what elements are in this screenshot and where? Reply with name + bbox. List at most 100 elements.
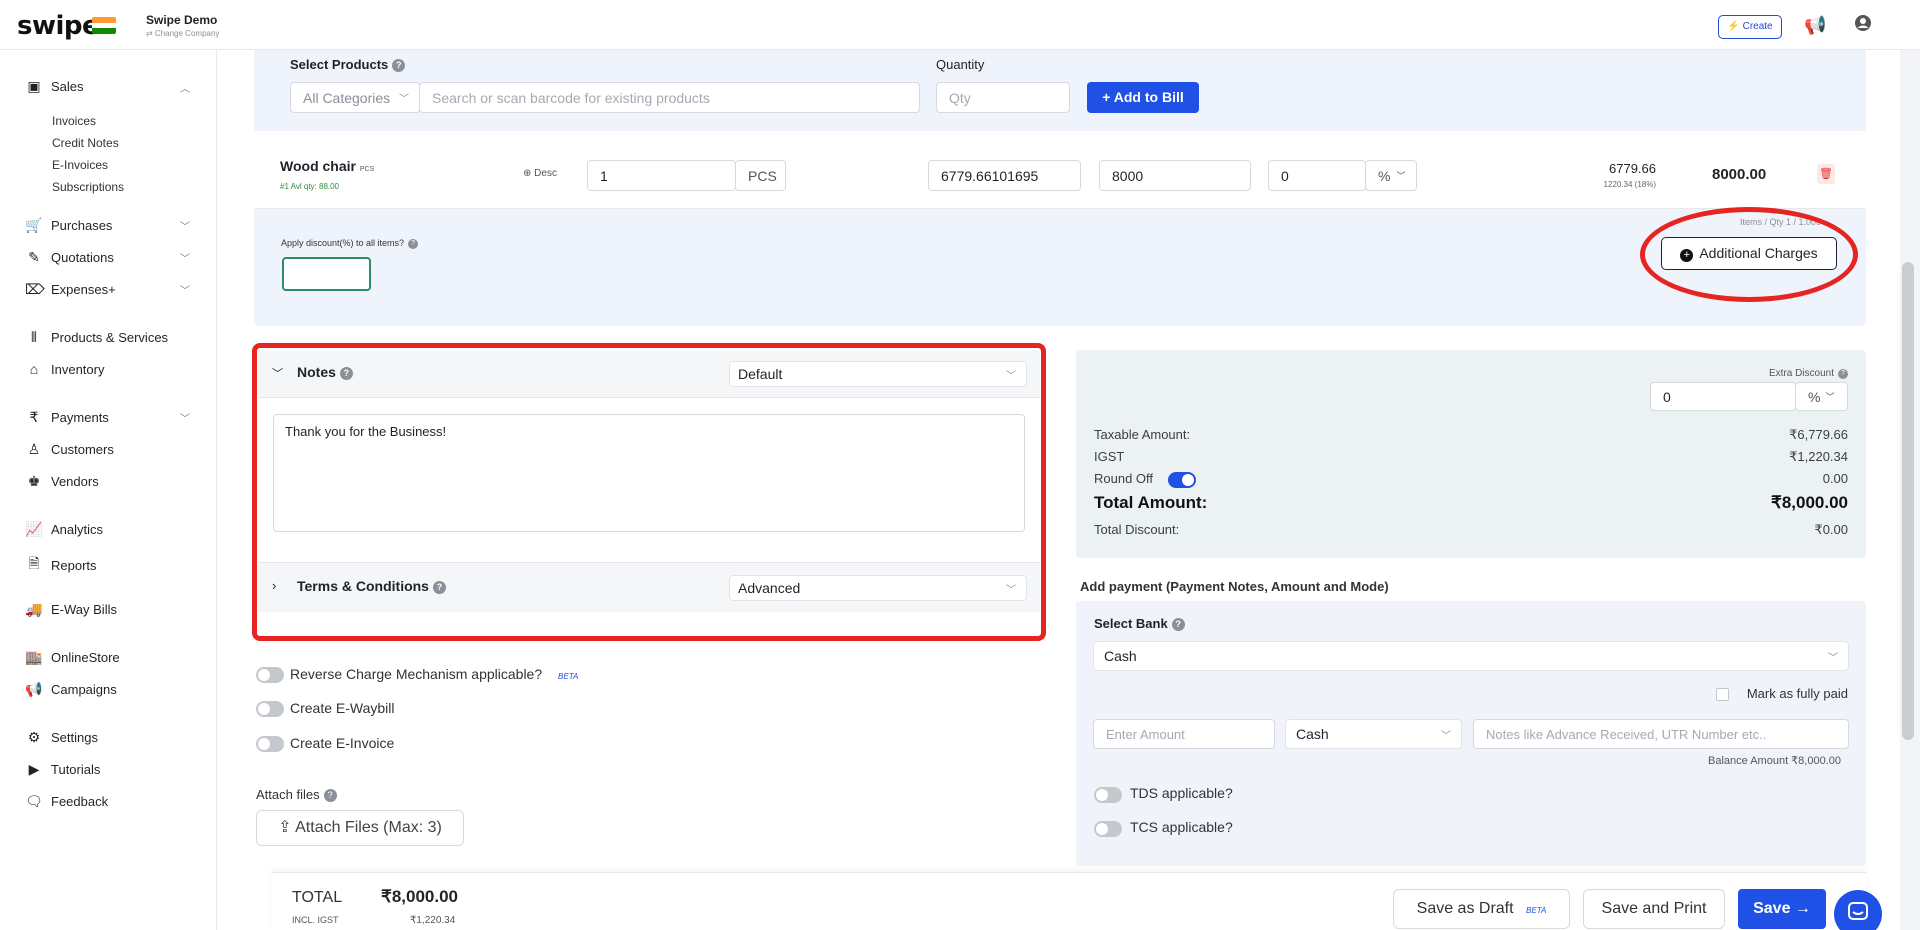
qty-field[interactable]: 1 [587,160,736,191]
chevron-down-icon[interactable]: ﹀ [180,410,190,425]
trash-icon[interactable]: 🗑 [1817,164,1835,184]
attach-files-button-label: Attach Files (Max: 3) [295,819,442,836]
save-button[interactable]: Save → [1738,889,1826,929]
tag-icon: ⌦ [25,281,45,297]
megaphone-icon[interactable]: 📢 [1804,14,1826,36]
sidebar-item-vendors[interactable]: ♚ Vendors [25,473,99,490]
megaphone-icon: 📢 [25,681,43,697]
desc-button[interactable]: ⊕ Desc [523,168,557,179]
sidebar-item-payments[interactable]: ₹ Payments [25,409,109,426]
save-print-button[interactable]: Save and Print [1583,889,1725,929]
mark-paid-checkbox[interactable] [1716,688,1729,701]
user-avatar-icon[interactable] [1852,14,1874,36]
total-discount-label: Total Discount: [1094,522,1180,537]
tds-toggle[interactable] [1094,787,1122,803]
sidebar-item-products[interactable]: ⦀ Products & Services [25,329,168,346]
total-amount-row: Total Amount: ₹8,000.00 [1094,493,1848,513]
chevron-down-icon[interactable]: ﹀ [180,250,190,265]
scrollbar-thumb[interactable] [1902,262,1914,740]
extra-discount-input[interactable]: 0 [1650,382,1796,411]
einvoice-toggle[interactable] [256,736,284,752]
add-to-bill-button[interactable]: + Add to Bill [1087,82,1199,113]
sidebar-item-feedback[interactable]: 🗨 Feedback [25,793,108,810]
sidebar-item-inventory[interactable]: ⌂ Inventory [25,361,105,377]
help-icon[interactable]: ? [323,789,337,802]
price-with-tax-field[interactable]: 8000 [1099,160,1251,191]
sidebar-subitem-credit-notes[interactable]: Credit Notes [52,136,119,150]
unit-field[interactable]: PCS [735,160,786,191]
item-total: 8000.00 [1712,166,1767,183]
tcs-label: TCS applicable? [1130,819,1233,835]
sidebar-item-reports[interactable]: 🗎 Reports [25,553,96,577]
discount-all-label: Apply discount(%) to all items?? [281,238,419,249]
sidebar-subitem-e-invoices[interactable]: E-Invoices [52,158,108,172]
swipe-logo[interactable]: swipe [17,11,100,41]
sidebar-item-online-store[interactable]: 🏬 OnlineStore [25,649,119,666]
beta-badge: BETA [558,672,579,681]
help-icon[interactable]: ? [1838,369,1848,379]
sidebar-item-sales[interactable]: ▣ Sales [25,78,83,95]
extra-discount-type-select[interactable]: % ﹀ [1795,382,1848,411]
tcs-toggle[interactable] [1094,821,1122,837]
sidebar-item-label: Products & Services [51,330,169,345]
report-icon: 🗎 [28,555,40,571]
sidebar-item-quotations[interactable]: ✎ Quotations [25,249,114,266]
sidebar-item-expenses[interactable]: ⌦ Expenses+ [25,281,116,298]
save-draft-button[interactable]: Save as Draft BETA [1393,889,1570,929]
quantity-input[interactable]: Qty [936,82,1070,113]
add-payment-title: Add payment (Payment Notes, Amount and M… [1080,579,1389,594]
sidebar-item-campaigns[interactable]: 📢 Campaigns [25,681,116,698]
item-name: Wood chair PCS [280,158,375,174]
chevron-down-icon[interactable]: ﹀ [180,218,190,233]
company-switcher[interactable]: Swipe Demo ⇄ Change Company [146,13,219,38]
chevron-down-icon: ﹀ [1828,652,1838,664]
product-search-input[interactable]: Search or scan barcode for existing prod… [419,82,920,113]
discount-all-input[interactable] [282,257,371,291]
person-icon: ♙ [27,441,41,457]
sidebar-item-purchases[interactable]: 🛒 Purchases [25,217,112,234]
sidebar-item-label: Vendors [51,474,99,489]
sidebar-item-eway-bills[interactable]: 🚚 E-Way Bills [25,601,117,618]
discount-field[interactable]: 0 [1268,160,1366,191]
payment-mode-select[interactable]: Cash ﹀ [1285,719,1462,749]
sidebar-item-analytics[interactable]: 📈 Analytics [25,521,103,538]
sidebar-item-tutorials[interactable]: ▶ Tutorials [25,761,101,778]
sidebar-item-customers[interactable]: ♙ Customers [25,441,114,458]
create-button[interactable]: ⚡ Create [1718,15,1782,39]
roundoff-value: 0.00 [1822,471,1848,486]
taxable-row: Taxable Amount: ₹6,779.66 [1094,427,1848,443]
help-icon[interactable]: ? [392,59,406,72]
help-icon[interactable]: ? [1171,618,1185,631]
bank-value: Cash [1104,648,1137,664]
payment-notes-input[interactable]: Notes like Advance Received, UTR Number … [1473,719,1849,749]
attach-files-button[interactable]: ⇪ Attach Files (Max: 3) [256,810,464,846]
igst-label: IGST [1094,449,1125,464]
chevron-up-icon[interactable]: ︿ [180,80,190,95]
amount-input[interactable]: Enter Amount [1093,719,1275,749]
sidebar-subitem-invoices[interactable]: Invoices [52,114,96,128]
sidebar-item-label: Payments [51,410,109,425]
reverse-charge-toggle[interactable] [256,667,284,683]
bank-select[interactable]: Cash ﹀ [1093,641,1849,671]
desc-label: Desc [534,168,557,179]
sidebar-subitem-subscriptions[interactable]: Subscriptions [52,180,124,194]
sidebar-item-settings[interactable]: ⚙ Settings [25,729,98,746]
save-draft-label: Save as Draft [1416,900,1514,917]
unit-price-field[interactable]: 6779.66101695 [928,160,1081,191]
payment-panel: Select Bank? Cash ﹀ Mark as fully paid En… [1076,601,1866,866]
balance-amount: Balance Amount ₹8,000.00 [1708,755,1841,767]
discount-type-select[interactable]: % ﹀ [1365,160,1417,191]
category-select[interactable]: All Categories ﹀ [290,82,420,113]
summary-panel: Extra Discount? 0 % ﹀ Taxable Amount: ₹6,7… [1076,350,1866,558]
chevron-down-icon[interactable]: ﹀ [180,282,190,297]
top-bar: swipe Swipe Demo ⇄ Change Company ⚡ Crea… [0,0,1920,50]
chat-icon[interactable] [1834,890,1882,930]
change-company-link[interactable]: ⇄ Change Company [146,29,219,38]
select-bank-label: Select Bank? [1094,616,1185,631]
gear-icon: ⚙ [27,729,41,745]
people-icon: ♚ [27,473,41,489]
eway-toggle[interactable] [256,701,284,717]
help-icon[interactable]: ? [408,239,419,249]
roundoff-toggle[interactable] [1168,472,1196,488]
upload-icon: ⇪ [278,819,292,836]
